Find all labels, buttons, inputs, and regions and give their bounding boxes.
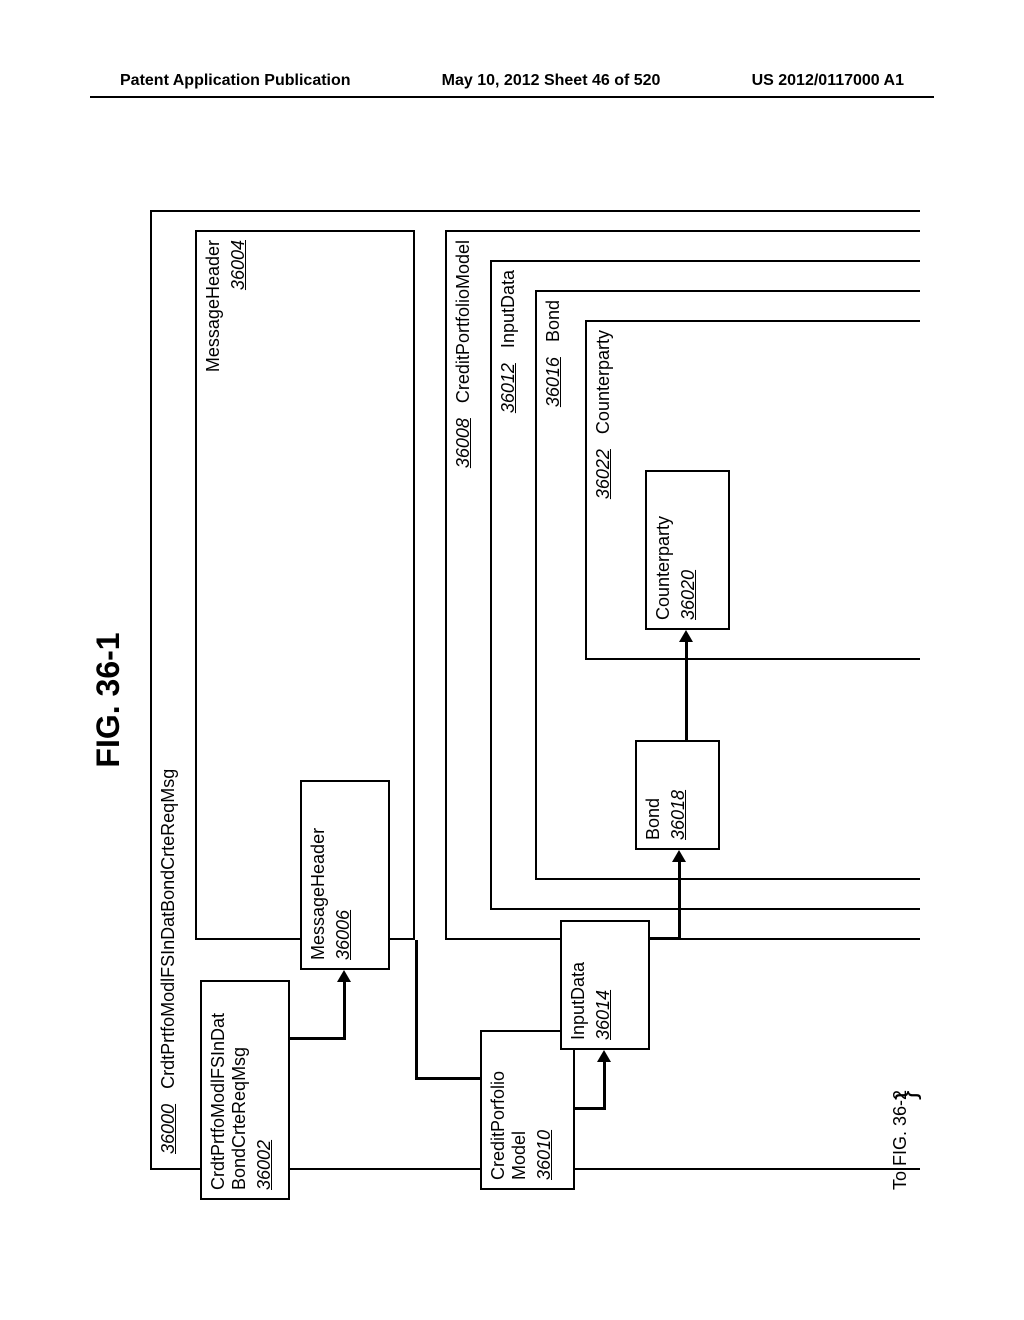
arrow-36010-right xyxy=(603,1062,606,1110)
conn-36004-36010-h xyxy=(415,940,418,1080)
num-36016: 36016 xyxy=(543,357,563,407)
header-rule xyxy=(90,96,934,98)
num-36014: 36014 xyxy=(593,930,614,1040)
label-36014: InputData xyxy=(568,930,589,1040)
num-36018: 36018 xyxy=(668,750,689,840)
arrow-36014-down xyxy=(650,938,680,941)
label-36002-line1: CrdtPrtfoModlFSInDat xyxy=(208,990,229,1190)
arrow-36002-right xyxy=(343,982,346,1040)
conn-36004-36010 xyxy=(415,1078,480,1081)
pub-date: May 10, 2012 Sheet 46 of 520 xyxy=(442,72,661,90)
num-36002: 36002 xyxy=(254,990,275,1190)
figure-title: FIG. 36-1 xyxy=(90,632,127,767)
pub-type: Patent Application Publication xyxy=(120,72,351,90)
label-36006: MessageHeader xyxy=(308,790,329,960)
label-36010-line2: Model xyxy=(509,1040,530,1180)
arrow-36010-down xyxy=(575,1108,605,1111)
num-36010: 36010 xyxy=(534,1040,555,1180)
figure-rotated-canvas: FIG. 36-1 36000 CrdtPrtfoModlFSInDatBond… xyxy=(90,170,934,1230)
num-36022: 36022 xyxy=(593,449,613,499)
label-36022: Counterparty xyxy=(593,330,613,434)
arrow-36002-down xyxy=(290,1038,345,1041)
continuation-label: To FIG. 36-2 xyxy=(890,1090,911,1190)
figure-stage: FIG. 36-1 36000 CrdtPrtfoModlFSInDatBond… xyxy=(90,170,934,1230)
arrowhead-36014 xyxy=(597,1050,611,1062)
label-36010-line1: CreditPorfolio xyxy=(488,1040,509,1180)
num-36020: 36020 xyxy=(678,480,699,620)
box-36006: MessageHeader 36006 xyxy=(300,780,390,970)
label-36020: Counterparty xyxy=(653,480,674,620)
arrowhead-36018 xyxy=(672,850,686,862)
label-36008: CreditPortfolioModel xyxy=(453,240,473,403)
pub-number: US 2012/0117000 A1 xyxy=(752,72,904,90)
label-36018: Bond xyxy=(643,750,664,840)
num-36004: 36004 xyxy=(228,240,249,930)
box-36010: CreditPorfolio Model 36010 xyxy=(480,1030,575,1190)
label-36000: CrdtPrtfoModlFSInDatBondCrteReqMsg xyxy=(158,769,178,1089)
num-36000: 36000 xyxy=(158,1104,178,1154)
box-36022: 36022 Counterparty xyxy=(585,320,920,660)
label-36016: Bond xyxy=(543,300,563,342)
label-36012: InputData xyxy=(498,270,518,348)
num-36006: 36006 xyxy=(333,790,354,960)
arrow-36018-right xyxy=(685,642,688,740)
num-36008: 36008 xyxy=(453,418,473,468)
arrowhead-36006 xyxy=(337,970,351,982)
num-36012: 36012 xyxy=(498,363,518,413)
arrowhead-36020 xyxy=(679,630,693,642)
box-36020: Counterparty 36020 xyxy=(645,470,730,630)
label-36004: MessageHeader xyxy=(203,240,223,372)
box-36018: Bond 36018 xyxy=(635,740,720,850)
label-36002-line2: BondCrteReqMsg xyxy=(229,990,250,1190)
box-36014: InputData 36014 xyxy=(560,920,650,1050)
box-36002: CrdtPrtfoModlFSInDat BondCrteReqMsg 3600… xyxy=(200,980,290,1200)
arrow-36014-right xyxy=(678,862,681,940)
